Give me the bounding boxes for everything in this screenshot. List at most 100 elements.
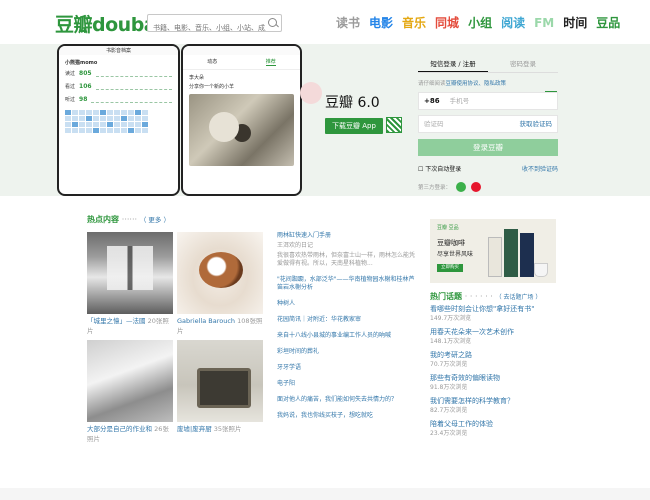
nav-item[interactable]: 阅读 [501, 16, 525, 30]
topic-item: 我们需要怎样的科学教育？ 82.7万次浏览 [430, 396, 560, 415]
stat-value: 805 [79, 70, 92, 77]
coffee-box [504, 229, 518, 277]
login-button[interactable]: 登录豆瓣 [418, 139, 558, 156]
list-item[interactable]: 来自十八线小县城的事业编工作人员的吶喊 [277, 332, 417, 340]
weibo-icon[interactable] [471, 182, 482, 192]
topic-title[interactable]: 我的考研之路 [430, 350, 560, 360]
photo-caption-3: 大部分是自己的作业和 26张照片 [87, 424, 175, 444]
heatmap-cell [93, 122, 99, 127]
post-photo [189, 94, 294, 166]
topic-title[interactable]: 陪着父母工作的体验 [430, 419, 560, 429]
nav-item[interactable]: 同城 [435, 16, 459, 30]
list-item[interactable]: "花间踟蹰，水部泛华"——华南植物园水榭和桂林芦笛岩水榭分析 [277, 276, 417, 292]
hero-banner: 书影音档案 小熊猫momo 读过 805 看过 106 听过 98 动态 推荐 … [0, 44, 650, 196]
wechat-icon[interactable] [456, 182, 467, 192]
nav-item[interactable]: 豆品 [596, 16, 620, 30]
photo-album-2[interactable] [177, 232, 263, 314]
phone2-status-bar [183, 46, 300, 55]
coffee-ad-banner[interactable]: 豆瓣 豆品 豆瓣咖啡 尽享世界风味 立即购买 [430, 219, 556, 283]
nav-item[interactable]: 电影 [369, 16, 393, 30]
stat-row: 看过 106 [59, 80, 178, 93]
heatmap-cell [65, 128, 71, 133]
heatmap-cell [72, 110, 78, 115]
heatmap-cell [114, 116, 120, 121]
stat-value: 106 [79, 83, 92, 90]
list-item[interactable]: 种树人 [277, 300, 417, 308]
list-item[interactable]: 我妈说，我也你线买枝子，想吃就吃 [277, 412, 417, 420]
tab-password-login[interactable]: 密码登录 [488, 57, 558, 72]
heatmap-cell [142, 116, 148, 121]
topics-more-link[interactable]: （ 去话题广场 ） [496, 294, 542, 301]
heatmap-cell [65, 122, 71, 127]
app-title: 豆瓣 6.0 [325, 95, 380, 111]
heatmap-cell [128, 122, 134, 127]
heatmap-cell [121, 122, 127, 127]
nav-item[interactable]: 时间 [563, 16, 587, 30]
heatmap-cell [114, 110, 120, 115]
list-item[interactable]: 雨林缸快速入门手册 [277, 232, 417, 240]
nav-item[interactable]: 小组 [468, 16, 492, 30]
phone1-user: 小熊猫momo [65, 60, 98, 66]
photo-count: 35张照片 [213, 425, 242, 433]
heatmap-cell [72, 122, 78, 127]
heatmap-cell [128, 110, 134, 115]
heatmap-cell [128, 128, 134, 133]
stat-label: 读过 [65, 71, 76, 77]
agreement-link[interactable]: 豆瓣使用协议、隐私政策 [446, 81, 507, 87]
topic-title[interactable]: 那些有奇效的偏眼读物 [430, 373, 560, 383]
topic-title[interactable]: 我们需要怎样的科学教育？ [430, 396, 560, 406]
photo-title[interactable]: Gabriella Barouch [177, 317, 235, 325]
list-item[interactable]: 彩垣时间的葬礼 [277, 348, 417, 356]
download-app-button[interactable]: 下载豆瓣 App [325, 118, 383, 134]
search-input[interactable] [148, 20, 266, 36]
topic-title[interactable]: 看哪些时刻会让你想"拿好还有书" [430, 304, 560, 314]
qr-code-icon[interactable] [386, 117, 402, 133]
photo-album-4[interactable] [177, 340, 263, 422]
ad-buy-button[interactable]: 立即购买 [437, 264, 463, 272]
topic-views: 91.8万次浏览 [430, 384, 468, 391]
logo-cn: 豆瓣 [55, 14, 93, 36]
phone-mockup-feed: 动态 推荐 李大朵 分享你一个新的小羊 [181, 44, 302, 196]
list-item[interactable]: 面对他人的痛苦，我们能如何失去共情力的？ [277, 396, 417, 404]
country-code[interactable]: +86 [424, 97, 440, 105]
nav-item[interactable]: 音乐 [402, 16, 426, 30]
topic-title[interactable]: 用春天花朵来一次艺术创作 [430, 327, 560, 337]
hot-more-link[interactable]: （ 更多 ） [140, 216, 170, 224]
photo-caption-4: 废墟|废弃厨 35张照片 [177, 424, 269, 434]
list-item[interactable]: 电子阳 [277, 380, 417, 388]
get-code-button[interactable]: 获取验证码 [520, 116, 553, 132]
photo-album-3[interactable] [87, 340, 173, 422]
list-item-author: 王洱欢的日记 [277, 242, 314, 249]
photo-caption-2: Gabriella Barouch 108张照片 [177, 316, 269, 336]
heatmap-cell [79, 110, 85, 115]
coffee-box [488, 237, 502, 277]
search-icon[interactable] [268, 18, 277, 27]
heatmap-cell [142, 128, 148, 133]
code-field[interactable]: 验证码 获取验证码 [418, 115, 558, 133]
heatmap-cell [86, 110, 92, 115]
activity-heatmap [65, 110, 172, 133]
phone-field[interactable]: +86 手机号 [418, 92, 558, 110]
list-item[interactable]: 花园简讯｜对附近：华花教家审 [277, 316, 417, 324]
no-code-link[interactable]: 收不到验证码 [522, 164, 558, 173]
photo-title[interactable]: 大部分是自己的作业和 [87, 425, 152, 433]
login-panel: 短信登录 / 注册 密码登录 请仔细阅读豆瓣使用协议、隐私政策 +86 手机号 验… [418, 57, 558, 192]
heatmap-cell [65, 116, 71, 121]
tab-sms-login[interactable]: 短信登录 / 注册 [418, 57, 488, 72]
ad-headline: 豆瓣咖啡 [437, 239, 465, 247]
heatmap-cell [135, 116, 141, 121]
list-item-excerpt: 我很喜欢热带雨林，但奈富士山一样，雨林怎么能凭爱做得有视。所以，天南星科植物..… [277, 252, 416, 267]
nav-item[interactable]: FM [534, 16, 554, 30]
heatmap-cell [65, 110, 71, 115]
photo-title[interactable]: 废墟|废弃厨 [177, 425, 212, 433]
login-options: ☐ 下次自动登录 收不到验证码 [418, 164, 558, 173]
ad-tagline: 尽享世界风味 [437, 251, 474, 258]
photo-album-1[interactable] [87, 232, 173, 314]
heatmap-cell [107, 110, 113, 115]
nav-item[interactable]: 读书 [336, 16, 360, 30]
topic-views: 82.7万次浏览 [430, 407, 468, 414]
photo-title[interactable]: 「城里之憶」—法國 [87, 317, 146, 325]
auto-login-checkbox[interactable]: ☐ 下次自动登录 [418, 164, 461, 173]
heatmap-cell [72, 128, 78, 133]
list-item[interactable]: 牙牙学语 [277, 364, 417, 372]
